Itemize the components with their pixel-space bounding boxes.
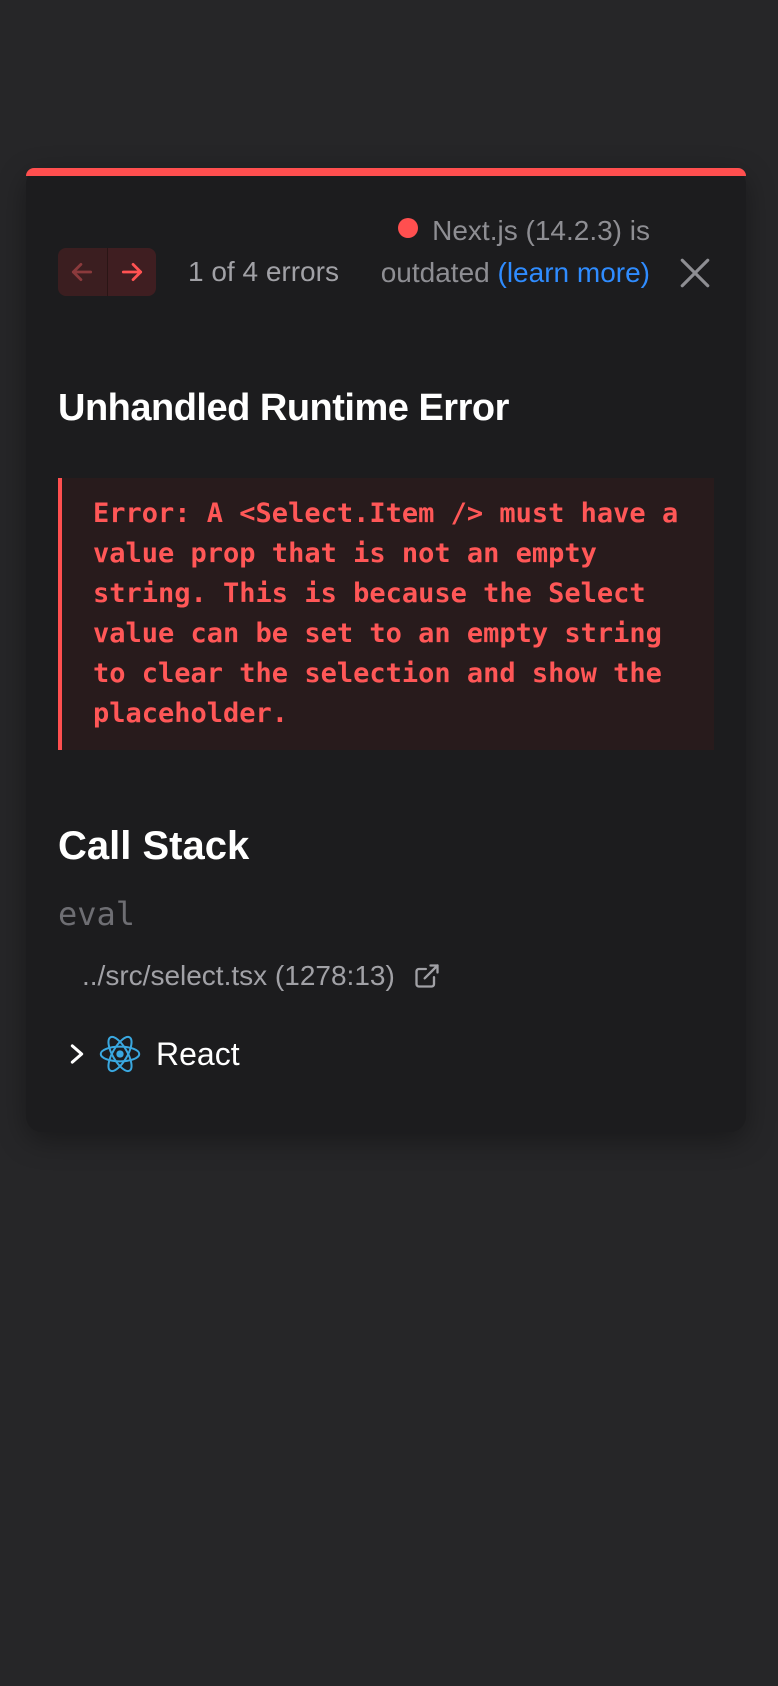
react-icon [99,1035,141,1073]
stack-frame-location-link[interactable]: ../src/select.tsx (1278:13) [82,956,441,996]
close-button[interactable] [678,256,712,290]
error-message-box: Error: A <Select.Item /> must have a val… [58,478,714,750]
arrow-left-icon [72,263,93,281]
arrow-right-icon [121,263,142,281]
error-count: 1 of 4 errors [188,256,339,287]
error-overlay-dialog: 1 of 4 errors Next.js (14.2.3) is outdat… [26,168,746,1132]
version-staleness-notice: Next.js (14.2.3) is outdated (learn more… [370,210,650,294]
previous-error-button[interactable] [58,248,107,296]
call-stack-title: Call Stack [58,824,250,868]
error-pagination [58,248,156,296]
status-dot-icon [398,218,419,238]
error-title: Unhandled Runtime Error [58,387,509,429]
stack-frame-function: eval [58,895,136,933]
error-accent-bar [26,168,746,176]
external-link-icon [415,964,439,988]
react-group-label: React [156,1036,240,1072]
stack-frame-location: ../src/select.tsx (1278:13) [82,960,395,991]
error-message: Error: A <Select.Item /> must have a val… [93,498,695,729]
close-icon [680,258,710,288]
next-error-button[interactable] [106,248,156,296]
learn-more-link[interactable]: (learn more) [498,257,650,288]
react-frames-toggle[interactable]: React [66,1030,240,1078]
chevron-right-icon [70,1044,84,1064]
